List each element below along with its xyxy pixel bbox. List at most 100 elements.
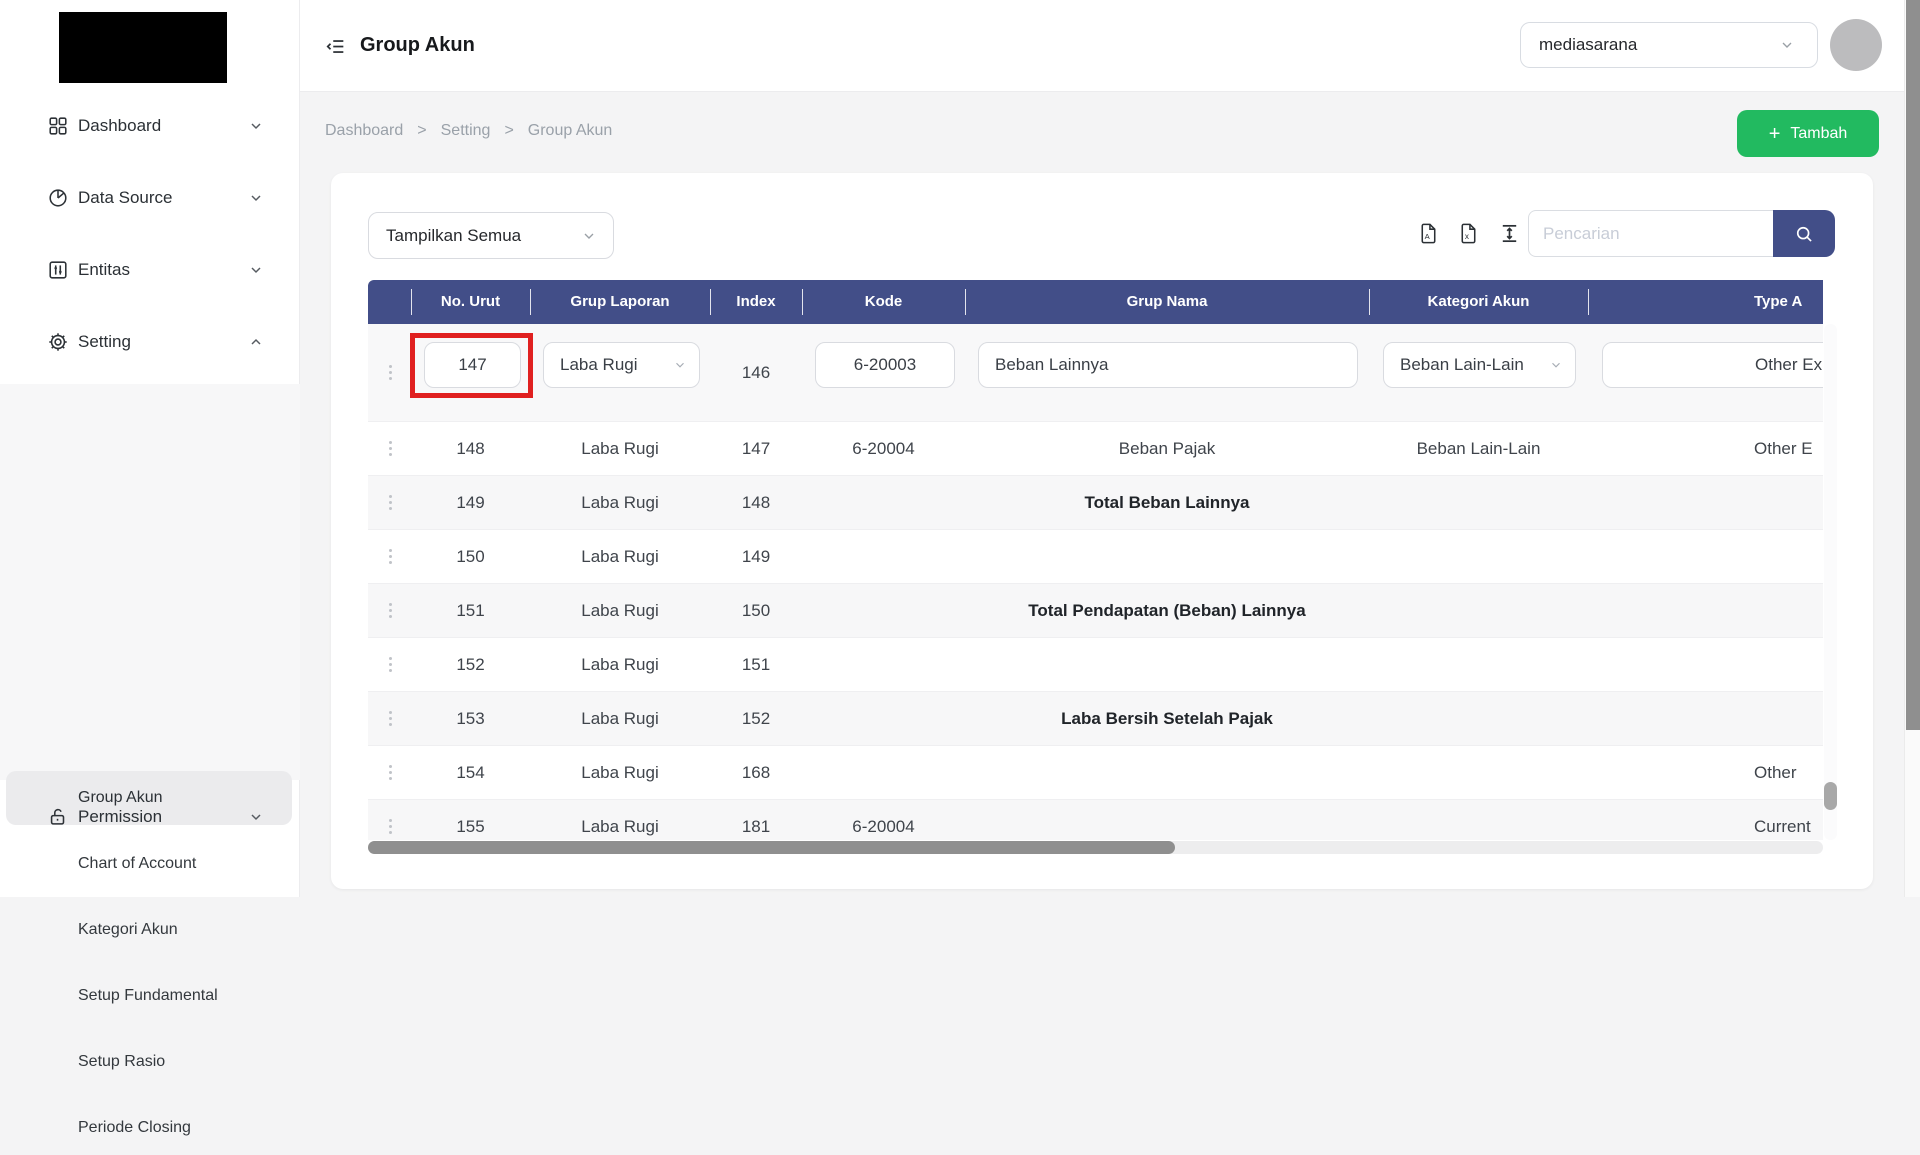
cell-type-akun: Other: [1754, 762, 1797, 782]
cell-no-urut: 153: [456, 708, 485, 728]
cell-type-akun: Other E: [1754, 438, 1813, 458]
table-vertical-scrollbar: [1824, 324, 1837, 840]
chevron-down-icon: [248, 190, 264, 206]
plus-icon: +: [1768, 122, 1781, 145]
index-value: 146: [741, 362, 771, 382]
sidebar-item-entitas[interactable]: Entitas: [0, 248, 300, 292]
table-row: 149 Laba Rugi 148 Total Beban Lainnya: [368, 475, 1823, 529]
excel-file-icon[interactable]: x: [1457, 222, 1480, 245]
table-header: No. Urut Grup Laporan Index Kode Grup Na…: [368, 280, 1823, 324]
search-icon: [1794, 224, 1814, 244]
sidebar-subitem-chart-of-account[interactable]: Chart of Account: [0, 837, 300, 891]
breadcrumb-item-group-akun[interactable]: Group Akun: [528, 122, 613, 139]
content-card: Tampilkan Semua A x No. Urut: [331, 173, 1873, 889]
drag-handle-icon[interactable]: [388, 365, 392, 380]
drag-handle-icon[interactable]: [388, 819, 392, 834]
collapse-sidebar-icon[interactable]: [325, 36, 347, 58]
cell-kategori-akun: [1369, 530, 1588, 583]
cell-no-urut: 148: [456, 438, 485, 458]
dashboard-icon: [47, 115, 69, 137]
svg-text:A: A: [1425, 232, 1431, 241]
cell-kategori-akun: [1369, 746, 1588, 799]
sidebar-item-setting[interactable]: Setting: [0, 320, 300, 364]
cell-index: 168: [741, 762, 771, 782]
chevron-down-icon: [248, 262, 264, 278]
cell-grup-laporan: Laba Rugi: [581, 546, 659, 566]
type-akun-input[interactable]: Other Ex: [1602, 342, 1823, 388]
cell-kategori-akun: [1369, 584, 1588, 637]
table-row: 148 Laba Rugi 147 6-20004 Beban Pajak Be…: [368, 421, 1823, 475]
sidebar-item-label: Data Source: [78, 188, 173, 207]
sidebar-subitem-setup-fundamental[interactable]: Setup Fundamental: [0, 969, 300, 1023]
fit-height-icon[interactable]: [1498, 222, 1521, 245]
page-scrollbar-thumb[interactable]: [1906, 0, 1920, 730]
search-input[interactable]: [1528, 210, 1773, 257]
sidebar-subitem-kategori-akun[interactable]: Kategori Akun: [0, 903, 300, 957]
table-horizontal-scrollbar: [368, 841, 1823, 854]
table-vertical-scrollbar-thumb[interactable]: [1824, 782, 1837, 810]
table-row: 152 Laba Rugi 151: [368, 637, 1823, 691]
cell-grup-laporan: Laba Rugi: [581, 654, 659, 674]
grup-nama-input[interactable]: [978, 342, 1358, 388]
drag-handle-icon[interactable]: [388, 765, 392, 780]
col-header-type-akun: Type A: [1754, 293, 1803, 310]
breadcrumb-item-dashboard[interactable]: Dashboard: [325, 122, 403, 139]
no-urut-input[interactable]: [424, 342, 521, 388]
cell-type-akun: [1754, 638, 1823, 691]
drag-handle-icon[interactable]: [388, 603, 392, 618]
grup-laporan-select[interactable]: Laba Rugi: [543, 342, 700, 388]
drag-handle-icon[interactable]: [388, 495, 392, 510]
col-header-kode: Kode: [864, 293, 903, 310]
chevron-up-icon: [248, 334, 264, 350]
sidebar-item-data-source[interactable]: Data Source: [0, 176, 300, 220]
cell-grup-nama: Beban Pajak: [1118, 438, 1216, 458]
sidebar-item-label: Permission: [78, 807, 163, 826]
cell-index: 148: [741, 492, 771, 512]
drag-handle-icon[interactable]: [388, 711, 392, 726]
cell-kategori-akun: [1369, 476, 1588, 529]
search-button[interactable]: [1773, 210, 1835, 257]
cell-kategori-akun: Beban Lain-Lain: [1416, 438, 1541, 458]
filter-select[interactable]: Tampilkan Semua: [368, 212, 614, 259]
cell-no-urut: 155: [456, 816, 485, 836]
table-horizontal-scrollbar-thumb[interactable]: [368, 841, 1175, 854]
cell-index: 151: [741, 654, 771, 674]
chevron-down-icon: [581, 228, 597, 244]
sidebar-item-permission[interactable]: Permission: [0, 795, 300, 839]
cell-grup-nama: Total Pendapatan (Beban) Lainnya: [1028, 600, 1306, 620]
tambah-button[interactable]: + Tambah: [1737, 110, 1879, 157]
cell-kode: 6-20004: [852, 438, 915, 458]
cell-type-akun: [1754, 692, 1823, 745]
sidebar-subitem-setup-rasio[interactable]: Setup Rasio: [0, 1035, 300, 1089]
type-akun-input-value: Other Ex: [1755, 355, 1823, 374]
drag-handle-icon[interactable]: [388, 549, 392, 564]
drag-handle-icon[interactable]: [388, 441, 392, 456]
table-row: 153 Laba Rugi 152 Laba Bersih Setelah Pa…: [368, 691, 1823, 745]
breadcrumb-item-setting[interactable]: Setting: [441, 122, 491, 139]
kategori-akun-select[interactable]: Beban Lain-Lain: [1383, 342, 1576, 388]
chevron-down-icon: [1779, 37, 1795, 53]
cell-grup-laporan: Laba Rugi: [581, 708, 659, 728]
col-header-index: Index: [736, 293, 776, 310]
cell-index: 181: [741, 816, 771, 836]
tenant-select[interactable]: mediasarana: [1520, 22, 1818, 68]
kode-input[interactable]: [815, 342, 955, 388]
cell-index: 147: [741, 438, 771, 458]
col-header-kategori-akun: Kategori Akun: [1427, 293, 1530, 310]
chevron-down-icon: [1549, 358, 1563, 372]
cell-type-akun: [1754, 530, 1823, 583]
cell-index: 149: [741, 546, 771, 566]
cell-grup-laporan: Laba Rugi: [581, 438, 659, 458]
pdf-file-icon[interactable]: A: [1417, 222, 1440, 245]
cell-grup-nama: [965, 638, 1369, 691]
cell-kode: 6-20004: [852, 816, 915, 836]
table-row-edit-147: Laba Rugi 146 Beban Lain-Lain Other Ex: [368, 324, 1823, 421]
cell-kode: [802, 584, 965, 637]
cell-kode: [802, 638, 965, 691]
sidebar-subitem-periode-closing[interactable]: Periode Closing: [0, 1101, 300, 1155]
chevron-down-icon: [248, 118, 264, 134]
drag-handle-icon[interactable]: [388, 657, 392, 672]
avatar[interactable]: [1830, 19, 1882, 71]
sidebar-item-dashboard[interactable]: Dashboard: [0, 104, 300, 148]
cell-kategori-akun: [1369, 800, 1588, 840]
